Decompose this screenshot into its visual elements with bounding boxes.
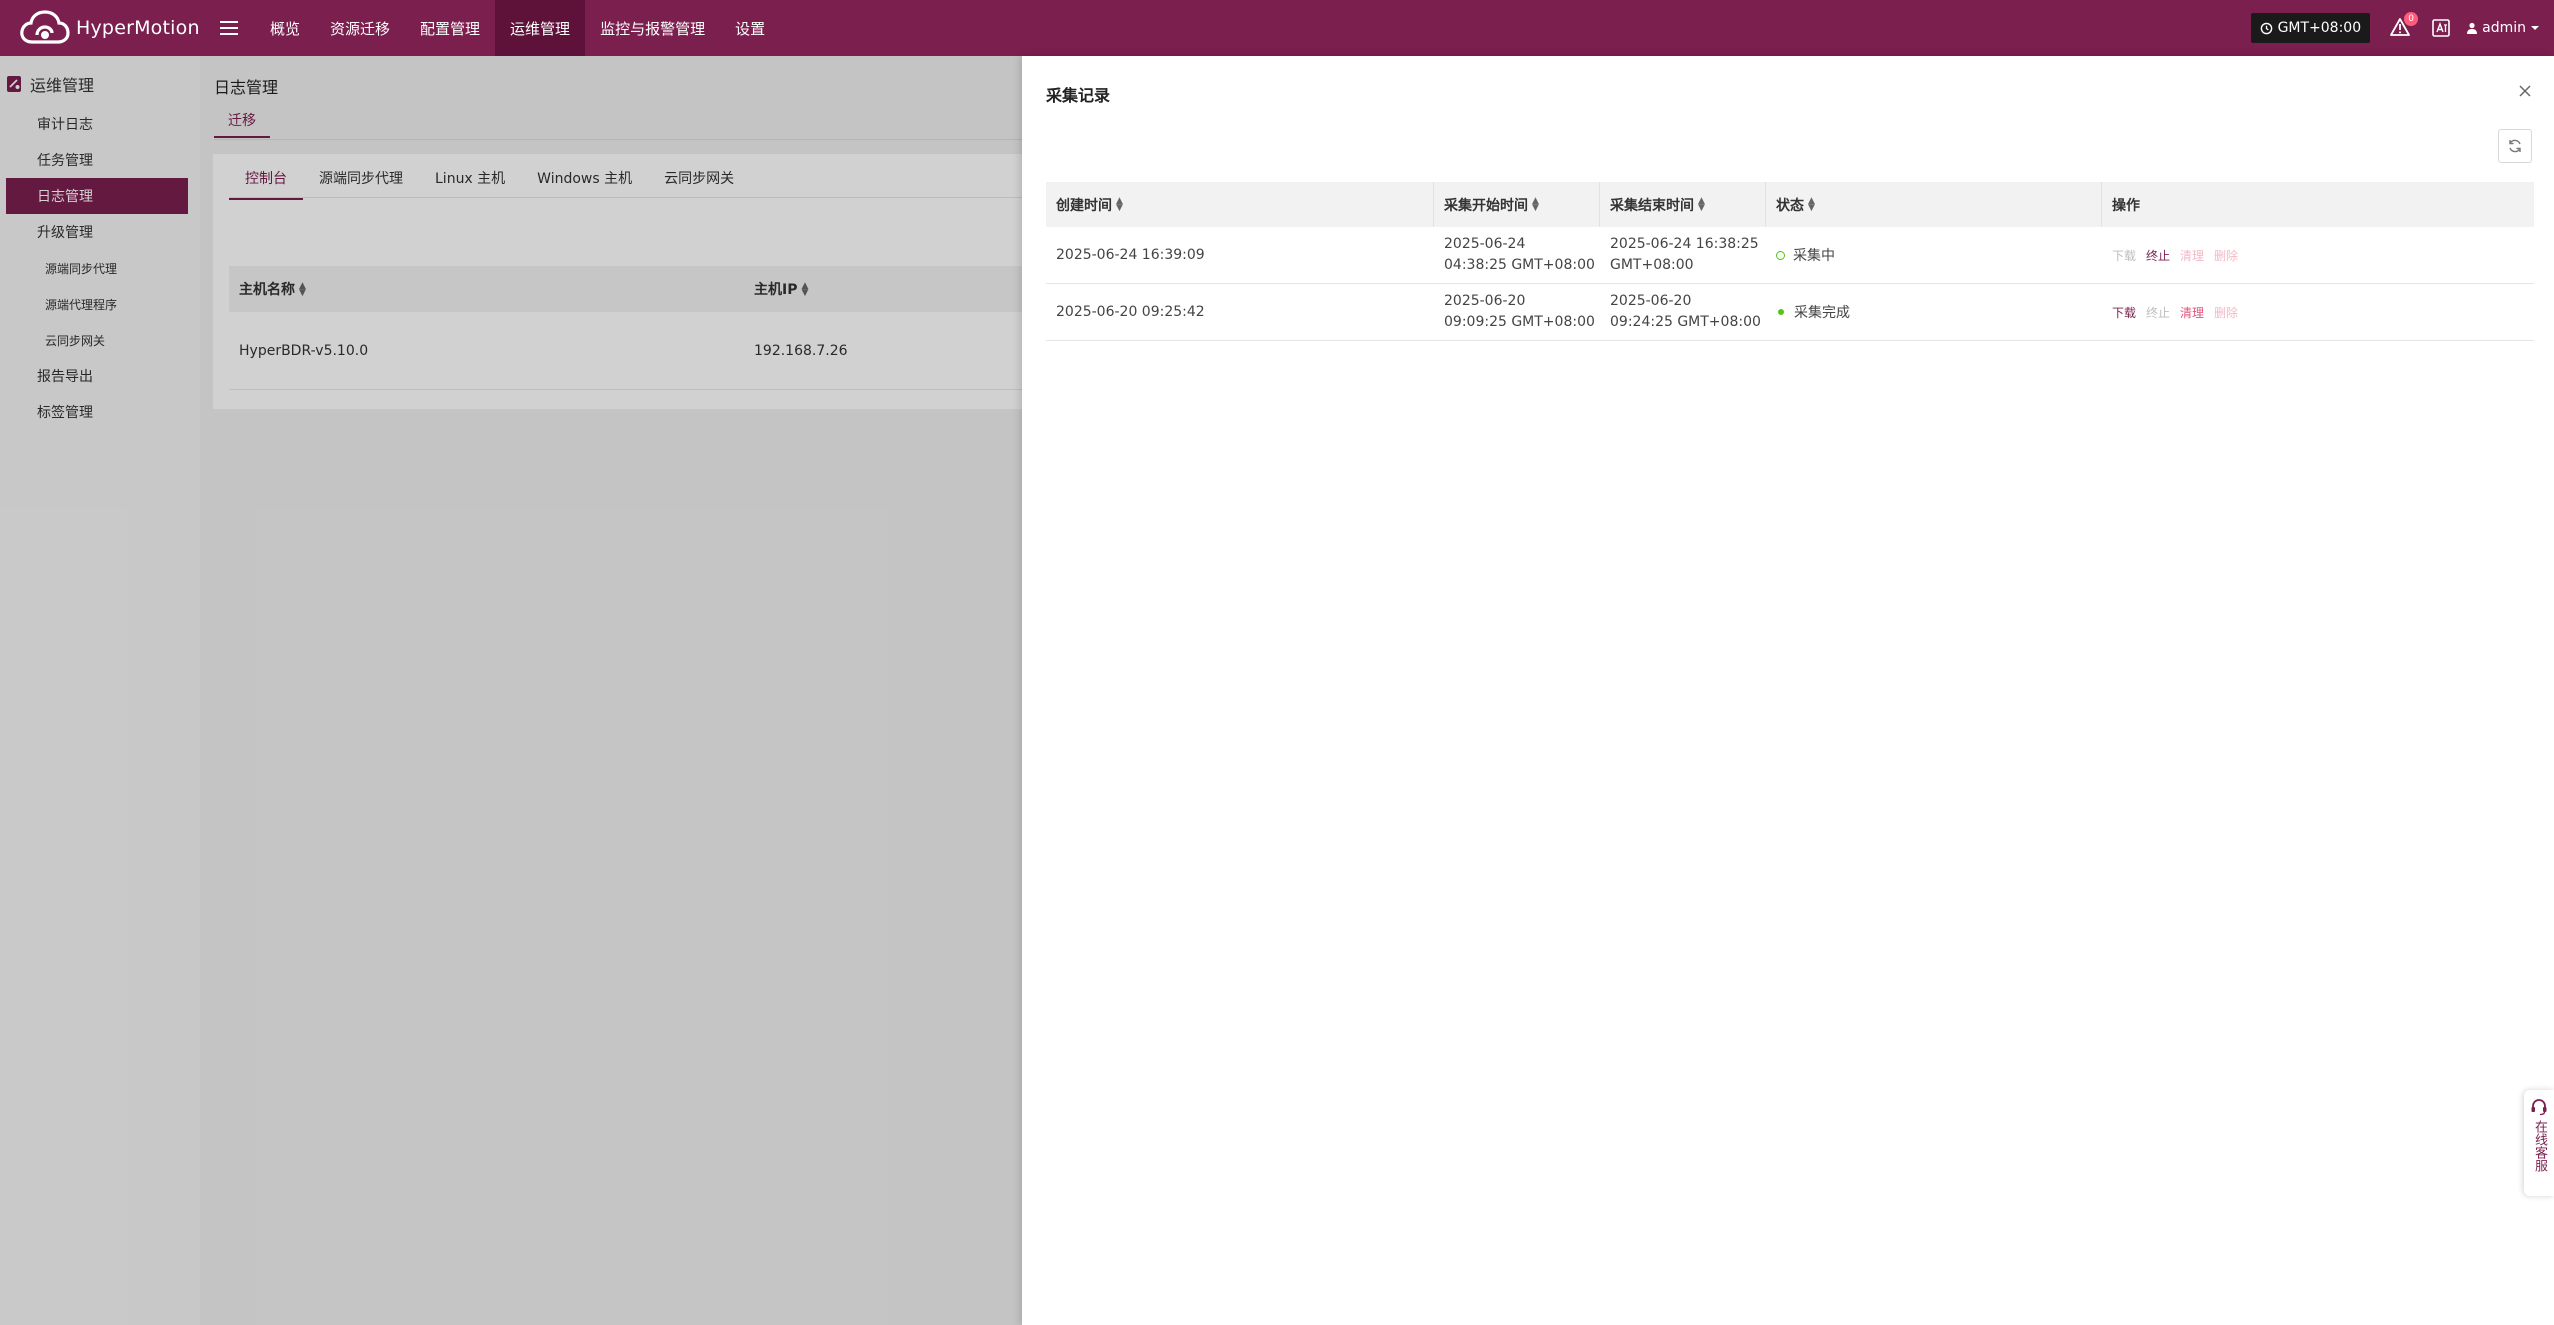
- records-table-header: 创建时间 ▲ ▼ 采集开始时间 ▲ ▼ 采集结束时间 ▲ ▼ 状态 ▲ ▼ 操作: [1046, 182, 2534, 227]
- user-icon: [2467, 22, 2478, 34]
- nav-item-migration[interactable]: 资源迁移: [315, 0, 405, 56]
- timezone-badge[interactable]: GMT+08:00: [2250, 13, 2371, 43]
- actions-cell: 下载 终止 清理 删除: [2102, 247, 2534, 264]
- created-time-cell: 2025-06-20 09:25:42: [1056, 304, 1205, 320]
- cloud-logo-icon: [20, 10, 70, 44]
- stop-button[interactable]: 终止: [2146, 247, 2170, 264]
- timezone-label: GMT+08:00: [2277, 20, 2362, 36]
- close-icon: [2519, 85, 2531, 97]
- status-running-icon: [1776, 250, 1785, 260]
- user-menu[interactable]: admin: [2466, 20, 2544, 36]
- start-time-cell: 2025-06-20 09:09:25 GMT+08:00: [1444, 293, 1595, 330]
- download-button[interactable]: 下载: [2112, 304, 2136, 321]
- created-time-cell: 2025-06-24 16:39:09: [1056, 247, 1205, 263]
- status-cell: 采集中: [1766, 245, 2102, 265]
- status-done-icon: [1778, 309, 1784, 315]
- main-nav: 概览 资源迁移 配置管理 运维管理 监控与报警管理 设置: [255, 0, 780, 56]
- drawer-title: 采集记录: [1046, 86, 1111, 105]
- hamburger-icon: [220, 21, 238, 35]
- alert-count-badge: 0: [2404, 12, 2419, 26]
- sort-icon[interactable]: ▲ ▼: [1698, 196, 1705, 212]
- menu-toggle-button[interactable]: [209, 0, 249, 56]
- end-time-cell: 2025-06-20 09:24:25 GMT+08:00: [1610, 293, 1761, 330]
- refresh-button[interactable]: [2498, 129, 2532, 163]
- close-button[interactable]: [2514, 80, 2536, 102]
- brand[interactable]: HyperMotion: [0, 0, 205, 56]
- nav-item-settings[interactable]: 设置: [720, 0, 780, 56]
- delete-button[interactable]: 删除: [2214, 304, 2238, 321]
- nav-item-overview[interactable]: 概览: [255, 0, 315, 56]
- header-status[interactable]: 状态 ▲ ▼: [1766, 182, 2102, 227]
- clean-button[interactable]: 清理: [2180, 304, 2204, 321]
- sort-icon[interactable]: ▲ ▼: [1532, 196, 1539, 212]
- support-label: 在线客服: [2532, 1120, 2547, 1172]
- table-row[interactable]: 2025-06-24 16:39:09 2025-06-24 04:38:25 G…: [1046, 227, 2534, 284]
- header-end-time[interactable]: 采集结束时间 ▲ ▼: [1600, 182, 1766, 227]
- headset-icon: [2531, 1099, 2547, 1116]
- nav-item-config[interactable]: 配置管理: [405, 0, 495, 56]
- sort-icon[interactable]: ▲ ▼: [1808, 196, 1815, 212]
- download-button[interactable]: 下载: [2112, 247, 2136, 264]
- refresh-icon: [2509, 139, 2521, 153]
- status-text: 采集中: [1793, 248, 1835, 264]
- header-actions: 操作: [2112, 197, 2140, 214]
- actions-cell: 下载 终止 清理 删除: [2102, 304, 2534, 321]
- table-row[interactable]: 2025-06-20 09:25:42 2025-06-20 09:09:25 G…: [1046, 284, 2534, 341]
- top-navbar: HyperMotion 概览 资源迁移 配置管理 运维管理 监控与报警管理 设置…: [0, 0, 2554, 56]
- clean-button[interactable]: 清理: [2180, 247, 2204, 264]
- nav-item-monitoring[interactable]: 监控与报警管理: [585, 0, 720, 56]
- header-start-time[interactable]: 采集开始时间 ▲ ▼: [1434, 182, 1600, 227]
- caret-down-icon: [2531, 26, 2539, 30]
- alert-button[interactable]: 0: [2390, 12, 2419, 39]
- start-time-cell: 2025-06-24 04:38:25 GMT+08:00: [1444, 236, 1595, 273]
- nav-item-operations[interactable]: 运维管理: [495, 0, 586, 56]
- status-text: 采集完成: [1794, 305, 1850, 321]
- user-name: admin: [2482, 20, 2526, 36]
- status-cell: 采集完成: [1766, 302, 2102, 322]
- language-icon[interactable]: [2432, 19, 2450, 37]
- records-table: 创建时间 ▲ ▼ 采集开始时间 ▲ ▼ 采集结束时间 ▲ ▼ 状态 ▲ ▼ 操作 2025-06…: [1046, 182, 2534, 341]
- drawer-mask[interactable]: [0, 56, 1022, 1325]
- online-support-button[interactable]: 在线客服: [2524, 1090, 2554, 1196]
- end-time-cell: 2025-06-24 16:38:25 GMT+08:00: [1610, 236, 1759, 273]
- brand-name: HyperMotion: [76, 17, 200, 39]
- header-created-time[interactable]: 创建时间 ▲ ▼: [1046, 182, 1434, 227]
- delete-button[interactable]: 删除: [2214, 247, 2238, 264]
- clock-icon: [2260, 22, 2272, 34]
- collection-records-drawer: 采集记录 创建时间 ▲ ▼ 采集开始时间 ▲ ▼ 采集结束时间 ▲ ▼ 状态 ▲ ▼ 操作 20…: [1022, 56, 2554, 1325]
- stop-button[interactable]: 终止: [2146, 304, 2170, 321]
- sort-icon[interactable]: ▲ ▼: [1116, 196, 1123, 212]
